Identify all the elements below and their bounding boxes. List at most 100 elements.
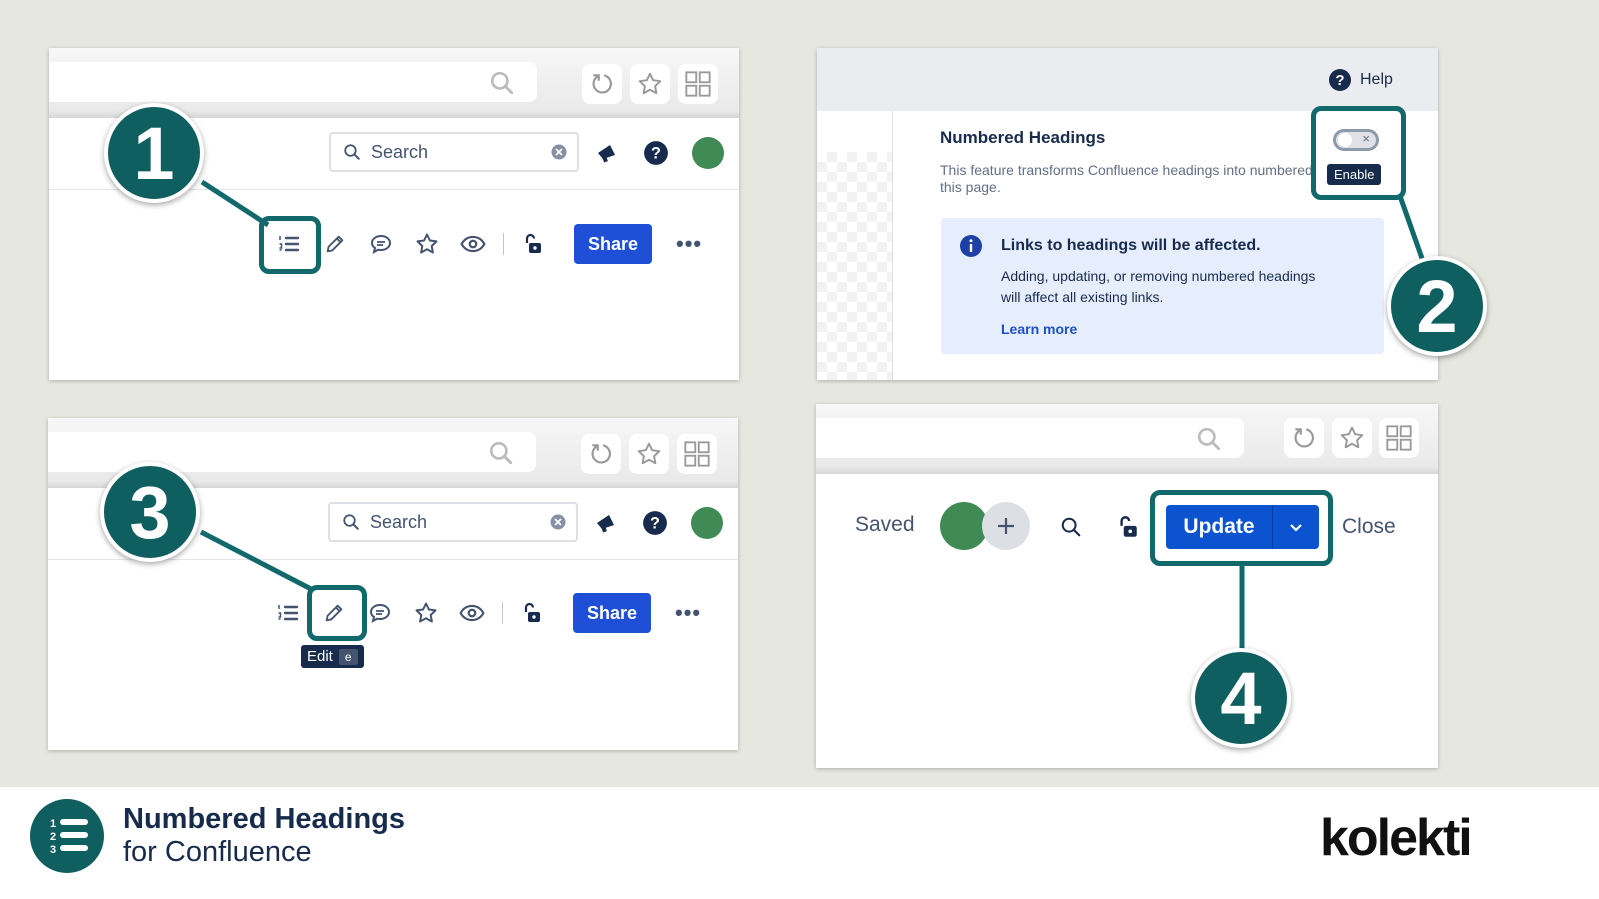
search-icon (1061, 517, 1081, 537)
close-button[interactable]: Close (1342, 515, 1396, 539)
apps-button[interactable] (1379, 418, 1419, 458)
svg-text:?: ? (651, 144, 661, 162)
search-placeholder: Search (371, 141, 429, 162)
enable-toggle[interactable]: × (1333, 129, 1379, 151)
help-link[interactable]: ? Help (1328, 68, 1393, 92)
reload-icon (592, 74, 612, 94)
pencil-icon (325, 604, 343, 622)
info-line2: will affect all existing links. (1001, 289, 1164, 305)
more-actions-button[interactable]: ••• (675, 600, 701, 626)
numbered-list-icon (278, 605, 299, 621)
watch-button[interactable] (452, 593, 492, 633)
clear-icon[interactable] (550, 514, 566, 530)
search-input[interactable]: Search (328, 502, 578, 542)
star-icon (638, 72, 662, 95)
apps-button[interactable] (678, 64, 718, 104)
logo-digit-2: 2 (50, 831, 56, 843)
more-actions-button[interactable]: ••• (676, 231, 702, 257)
plus-icon (998, 518, 1014, 534)
feature-description: This feature transforms Confluence headi… (940, 162, 1313, 196)
info-banner: Links to headings will be affected. Addi… (941, 218, 1384, 354)
step-badge-4: 4 (1191, 648, 1291, 748)
edit-tooltip: Edit e (301, 645, 364, 668)
search-icon (489, 441, 513, 465)
update-options-button[interactable] (1273, 505, 1319, 549)
help-button[interactable]: ? (641, 138, 671, 168)
comment-button[interactable] (360, 593, 400, 633)
learn-more-link[interactable]: Learn more (1001, 321, 1077, 337)
address-bar[interactable] (48, 432, 536, 472)
feature-description-line2: this page. (940, 179, 1001, 195)
checkerboard-strip (817, 152, 892, 380)
eye-icon (459, 604, 485, 622)
kolekti-logo: kolekti (1320, 809, 1473, 863)
toolbar-divider (503, 233, 504, 255)
reload-icon (591, 444, 611, 464)
highlight-enable-toggle (1311, 106, 1406, 200)
star-button[interactable] (407, 224, 447, 264)
avatar[interactable] (691, 507, 723, 539)
update-button[interactable]: Update (1166, 505, 1272, 549)
numbered-headings-button[interactable] (268, 593, 308, 633)
apps-button[interactable] (677, 434, 717, 474)
numbered-headings-logo-icon: 1 2 3 (30, 799, 104, 873)
eye-icon (460, 235, 486, 253)
watch-button[interactable] (453, 224, 493, 264)
star-button[interactable] (406, 593, 446, 633)
enable-tooltip-label: Enable (1334, 167, 1375, 182)
restrictions-button[interactable] (512, 224, 552, 264)
info-icon (960, 235, 982, 257)
step-badge-3: 3 (100, 462, 200, 562)
notifications-button[interactable] (591, 508, 621, 538)
comment-button[interactable] (361, 224, 401, 264)
find-button[interactable] (1060, 516, 1082, 543)
comment-icon (369, 603, 391, 624)
search-placeholder: Search (370, 511, 428, 532)
avatar[interactable] (692, 137, 724, 169)
notifications-button[interactable] (592, 138, 622, 168)
help-button[interactable]: ? (640, 508, 670, 538)
avatar[interactable] (940, 502, 988, 550)
enable-tooltip: Enable (1327, 164, 1382, 185)
restrictions-button[interactable] (1114, 514, 1140, 545)
search-input[interactable]: Search (329, 132, 579, 172)
share-button[interactable]: Share (573, 593, 651, 633)
help-icon: ? (1329, 69, 1351, 91)
info-title: Links to headings will be affected. (1001, 237, 1261, 254)
panel-step-4: Saved Update Close (816, 404, 1438, 768)
reload-icon (1294, 428, 1314, 448)
reload-button[interactable] (582, 64, 622, 104)
saved-status: Saved (855, 513, 915, 536)
star-icon (416, 233, 438, 254)
search-icon (1197, 427, 1221, 451)
clear-icon[interactable] (551, 144, 567, 160)
numbered-list-icon (279, 236, 300, 252)
reload-button[interactable] (581, 434, 621, 474)
grid-icon (685, 71, 711, 97)
info-line1: Adding, updating, or removing numbered h… (1001, 268, 1316, 284)
svg-text:?: ? (1335, 72, 1344, 89)
search-icon (490, 71, 514, 95)
product-title: Numbered Headings (123, 803, 405, 835)
bookmark-button[interactable] (630, 64, 670, 104)
bookmark-button[interactable] (1332, 418, 1372, 458)
reload-button[interactable] (1284, 418, 1324, 458)
edit-button[interactable] (315, 224, 355, 264)
toolbar-divider (502, 602, 503, 624)
bookmark-button[interactable] (629, 434, 669, 474)
edit-button[interactable] (314, 593, 354, 633)
panel-step-2: ? Help Numbered Headings This feature tr… (817, 48, 1438, 380)
share-button[interactable]: Share (574, 224, 652, 264)
step-badge-1: 1 (104, 103, 204, 203)
edit-tooltip-label: Edit (307, 648, 333, 665)
add-collaborator-button[interactable] (982, 502, 1030, 550)
browser-toolbar (816, 404, 1438, 474)
restrictions-button[interactable] (511, 593, 551, 633)
address-bar[interactable] (816, 418, 1244, 458)
toggle-knob (1338, 133, 1352, 147)
vertical-divider (892, 111, 893, 380)
logo-digit-1: 1 (50, 818, 56, 830)
address-bar[interactable] (49, 62, 537, 102)
numbered-headings-button[interactable] (269, 224, 309, 264)
logo-digit-3: 3 (50, 844, 56, 856)
